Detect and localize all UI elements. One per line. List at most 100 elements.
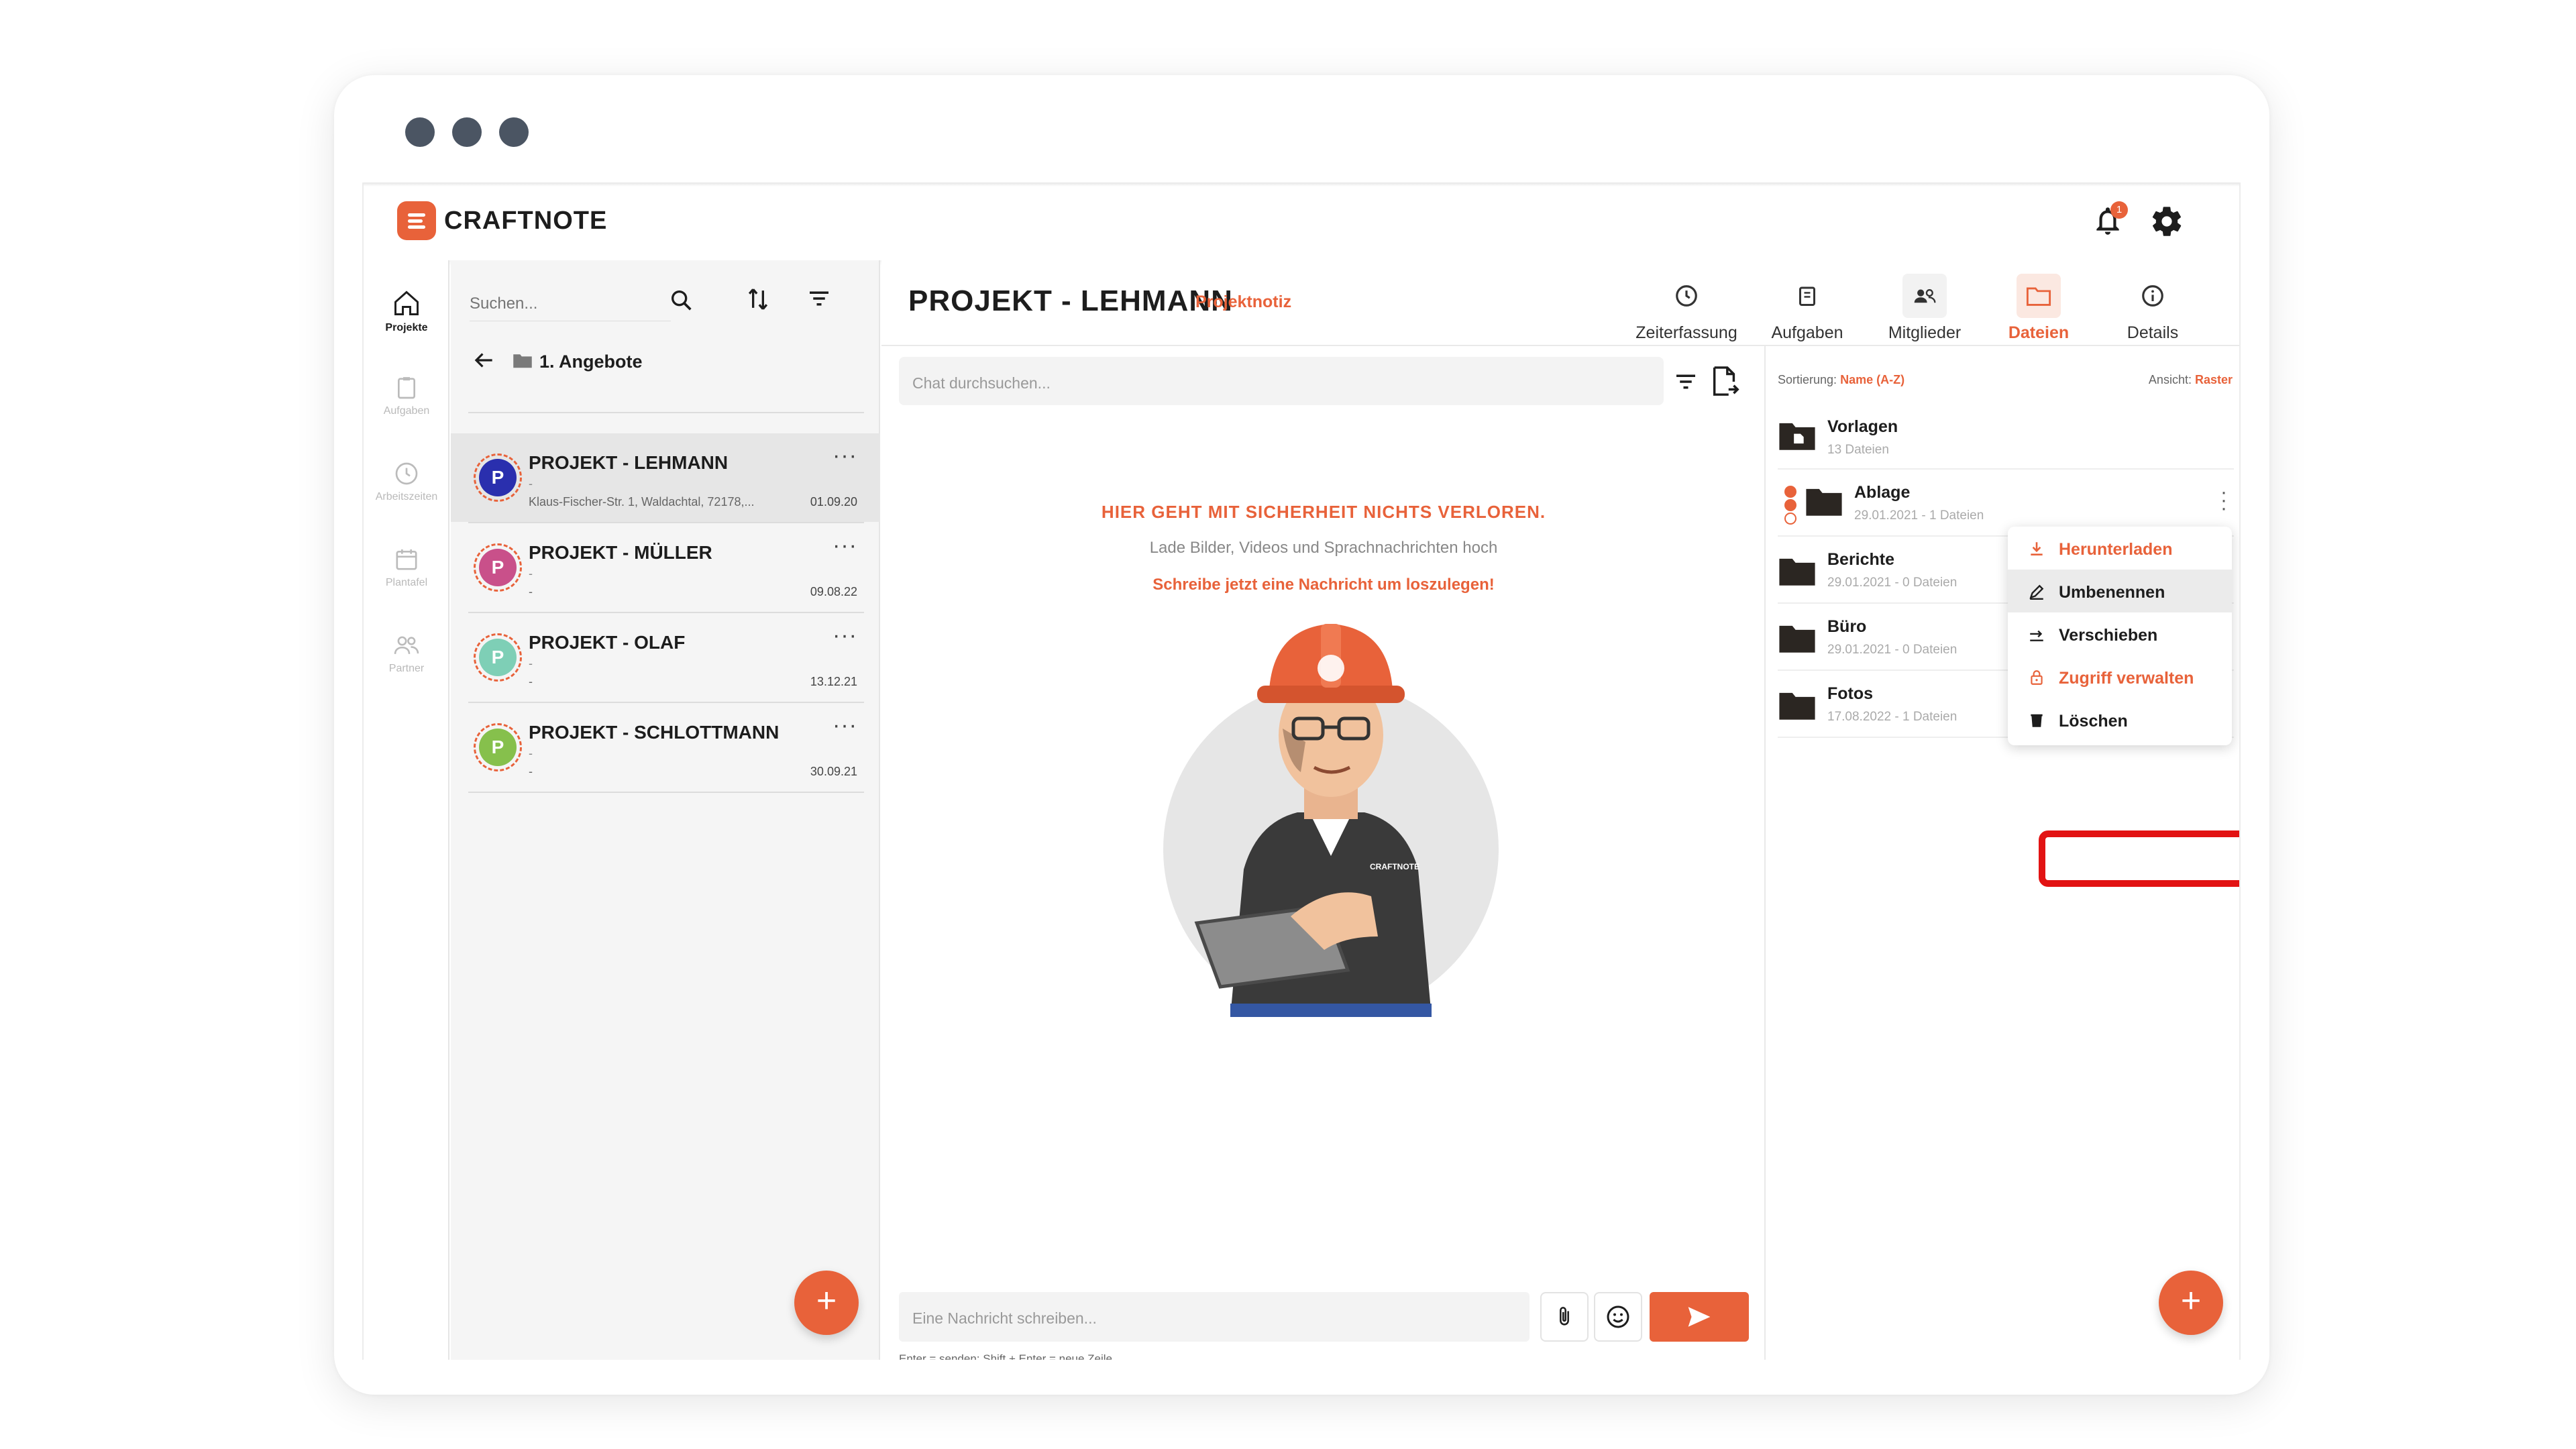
shirt-logo: CRAFTNOTE	[1370, 862, 1419, 871]
chat-panel: Chat durchsuchen... HIER GEHT MIT SICHER…	[881, 346, 1766, 1360]
project-row[interactable]: P PROJEKT - SCHLOTTMANN - - 30.09.21 ···	[451, 703, 880, 792]
top-bar: CRAFTNOTE 1	[364, 182, 2239, 260]
input-hint: Enter = senden; Shift + Enter = neue Zei…	[899, 1352, 1113, 1360]
project-row[interactable]: P PROJEKT - MÜLLER - - 09.08.22 ···	[451, 523, 880, 612]
project-note-link[interactable]: Projektnotiz	[1195, 292, 1291, 312]
project-date: 13.12.21	[810, 675, 857, 688]
tab-aufgaben[interactable]: Aufgaben	[1760, 274, 1854, 343]
project-address: -	[529, 675, 533, 688]
file-export-icon[interactable]	[1709, 365, 1740, 398]
view-control[interactable]: Ansicht: Raster	[2149, 373, 2233, 387]
project-address: Klaus-Fischer-Str. 1, Waldachtal, 72178,…	[529, 495, 755, 508]
highlight-box	[2039, 830, 2239, 887]
folder-name: Ablage	[1854, 483, 1911, 502]
clock-icon	[1676, 285, 1697, 307]
more-icon[interactable]: ···	[833, 623, 857, 649]
send-button[interactable]	[1650, 1292, 1749, 1342]
empty-cta: Schreibe jetzt eine Nachricht um loszule…	[1152, 576, 1495, 594]
project-row[interactable]: P PROJEKT - LEHMANN - Klaus-Fischer-Str.…	[451, 433, 880, 522]
chat-search-input[interactable]: Chat durchsuchen...	[899, 357, 1664, 405]
gear-icon[interactable]	[2149, 204, 2184, 239]
divider	[468, 412, 864, 413]
craftsman-illustration: CRAFTNOTE	[1163, 624, 1499, 1017]
calendar-icon	[396, 549, 417, 570]
project-date: 09.08.22	[810, 585, 857, 598]
folder-meta: 29.01.2021 - 0 Dateien	[1827, 643, 1957, 657]
tab-label: Aufgaben	[1771, 323, 1843, 342]
project-address: -	[529, 585, 533, 598]
nav-projekte[interactable]: Projekte	[364, 288, 449, 334]
tab-label: Zeiterfassung	[1635, 323, 1737, 342]
project-date: 30.09.21	[810, 765, 857, 778]
view-value: Raster	[2194, 373, 2233, 386]
tab-mitglieder[interactable]: Mitglieder	[1874, 274, 1975, 343]
window-dot	[405, 117, 435, 147]
project-title: PROJEKT - LEHMANN	[908, 284, 1233, 317]
nav-partner[interactable]: Partner	[364, 632, 449, 675]
avatar: P	[474, 543, 522, 592]
craftnote-logo-icon[interactable]	[397, 201, 436, 240]
tab-details[interactable]: Details	[2106, 274, 2200, 343]
project-desc: -	[529, 747, 533, 760]
project-date: 01.09.20	[810, 495, 857, 508]
folder-name: Berichte	[1827, 550, 1895, 569]
folder-meta: 17.08.2022 - 1 Dateien	[1827, 710, 1957, 724]
folder-icon	[1806, 488, 1842, 516]
project-detail: PROJEKT - LEHMANN Projektnotiz Zeiterfas…	[881, 260, 2239, 1360]
clipboard-icon	[1799, 286, 1815, 306]
nav-plantafel[interactable]: Plantafel	[364, 546, 449, 589]
project-desc: -	[529, 477, 533, 490]
menu-item-herunterladen[interactable]: Herunterladen	[2008, 527, 2232, 570]
divider	[468, 792, 864, 793]
folder-name: Fotos	[1827, 684, 1874, 703]
nav-arbeitszeiten[interactable]: Arbeitszeiten	[364, 460, 449, 503]
window-dot	[499, 117, 529, 147]
sort-icon[interactable]	[743, 284, 773, 314]
add-project-button[interactable]: +	[794, 1271, 859, 1335]
project-search-input[interactable]	[470, 294, 671, 314]
folder-meta: 13 Dateien	[1827, 443, 1889, 457]
search-icon[interactable]	[668, 287, 695, 314]
menu-item-zugriff-verwalten[interactable]: Zugriff verwalten	[2008, 655, 2232, 698]
folder-row[interactable]: Vorlagen 13 Dateien	[1778, 404, 2234, 470]
back-arrow-icon[interactable]	[471, 347, 496, 373]
nav-label: Projekte	[385, 322, 428, 333]
more-vertical-icon[interactable]: · · ·	[2220, 482, 2227, 519]
nav-aufgaben[interactable]: Aufgaben	[364, 374, 449, 417]
attach-button[interactable]	[1540, 1292, 1589, 1342]
empty-title: HIER GEHT MIT SICHERHEIT NICHTS VERLOREN…	[1101, 502, 1546, 522]
lock-icon	[2031, 670, 2043, 685]
project-list-panel: 1. Angebote P PROJEKT - LEHMANN - Klaus-…	[451, 260, 880, 1360]
folder-name: Büro	[1827, 617, 1867, 636]
avatar: P	[474, 723, 522, 771]
more-icon[interactable]: ···	[833, 533, 857, 559]
menu-item-umbenennen[interactable]: Umbenennen	[2008, 570, 2232, 612]
tab-zeiterfassung[interactable]: Zeiterfassung	[1626, 274, 1747, 343]
filter-icon[interactable]	[805, 284, 833, 313]
trash-icon	[2031, 714, 2043, 727]
empty-subtitle: Lade Bilder, Videos und Sprachnachrichte…	[1149, 539, 1498, 557]
folder-icon	[2026, 287, 2051, 306]
send-icon	[1688, 1307, 1711, 1327]
emoji-button[interactable]	[1594, 1292, 1642, 1342]
clock-icon	[395, 462, 418, 485]
more-icon[interactable]: ···	[833, 712, 857, 739]
folder-icon	[1779, 423, 1815, 450]
tab-label: Dateien	[2008, 323, 2070, 342]
menu-item-loeschen[interactable]: Löschen	[2008, 698, 2232, 741]
add-file-button[interactable]: +	[2159, 1271, 2223, 1335]
folder-icon	[1779, 692, 1815, 720]
menu-item-verschieben[interactable]: Verschieben	[2008, 612, 2232, 655]
project-row[interactable]: P PROJEKT - OLAF - - 13.12.21 ···	[451, 613, 880, 702]
folder-meta: 29.01.2021 - 0 Dateien	[1827, 576, 1957, 590]
project-title: PROJEKT - SCHLOTTMANN	[529, 722, 780, 743]
more-icon[interactable]: ···	[833, 443, 857, 469]
sort-control[interactable]: Sortierung: Name (A-Z)	[1778, 373, 1904, 387]
download-icon	[2031, 542, 2043, 555]
filter-icon[interactable]	[1672, 368, 1700, 396]
smiley-icon	[1607, 1305, 1629, 1328]
nav-label: Arbeitszeiten	[375, 491, 438, 502]
tab-dateien[interactable]: Dateien	[1992, 274, 2086, 343]
people-icon	[394, 636, 419, 655]
message-input[interactable]: Eine Nachricht schreiben...	[899, 1292, 1529, 1342]
